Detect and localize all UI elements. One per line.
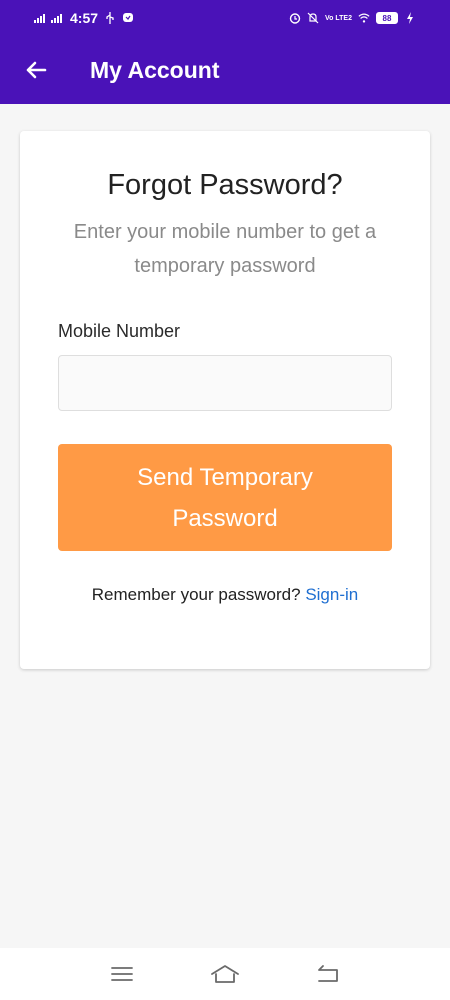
remember-row: Remember your password? Sign-in bbox=[20, 585, 430, 605]
status-right: Vo LTE2 88 bbox=[289, 12, 416, 24]
card-title: Forgot Password? bbox=[107, 169, 343, 201]
status-bar: 4:57 Vo LTE2 88 bbox=[0, 0, 450, 36]
arrow-left-icon bbox=[26, 61, 47, 79]
signal-icon bbox=[34, 13, 45, 23]
nav-home-button[interactable] bbox=[207, 956, 243, 992]
back-button[interactable] bbox=[22, 56, 50, 84]
home-icon bbox=[211, 965, 239, 983]
usb-icon bbox=[104, 12, 116, 24]
charging-icon bbox=[404, 12, 416, 24]
wifi-icon bbox=[358, 12, 370, 24]
card-subtitle: Enter your mobile number to get a tempor… bbox=[73, 221, 377, 277]
signin-link[interactable]: Sign-in bbox=[305, 585, 358, 604]
page-title: My Account bbox=[90, 56, 220, 83]
app-bar: My Account bbox=[0, 36, 450, 104]
network-badge: Vo LTE2 bbox=[325, 14, 352, 22]
mute-icon bbox=[307, 12, 319, 24]
alarm-icon bbox=[289, 12, 301, 24]
nav-back-button[interactable] bbox=[310, 956, 346, 992]
forgot-password-card: Forgot Password? Enter your mobile numbe… bbox=[20, 131, 430, 669]
send-temporary-password-button[interactable]: Send Temporary Password bbox=[58, 444, 392, 551]
system-nav-bar bbox=[0, 948, 450, 1000]
remember-text: Remember your password? bbox=[91, 585, 301, 604]
battery-icon: 88 bbox=[376, 12, 398, 24]
status-time: 4:57 bbox=[70, 10, 99, 26]
nav-menu-button[interactable] bbox=[104, 956, 140, 992]
back-icon bbox=[318, 965, 339, 982]
chat-icon bbox=[122, 12, 134, 24]
mobile-number-input[interactable] bbox=[58, 355, 392, 411]
screen: 4:57 Vo LTE2 88 My Account Forgot Passwo… bbox=[0, 0, 450, 1000]
status-left: 4:57 bbox=[34, 10, 134, 26]
signal-icon bbox=[51, 13, 62, 23]
mobile-number-label: Mobile Number bbox=[58, 321, 181, 341]
menu-icon bbox=[110, 967, 133, 981]
